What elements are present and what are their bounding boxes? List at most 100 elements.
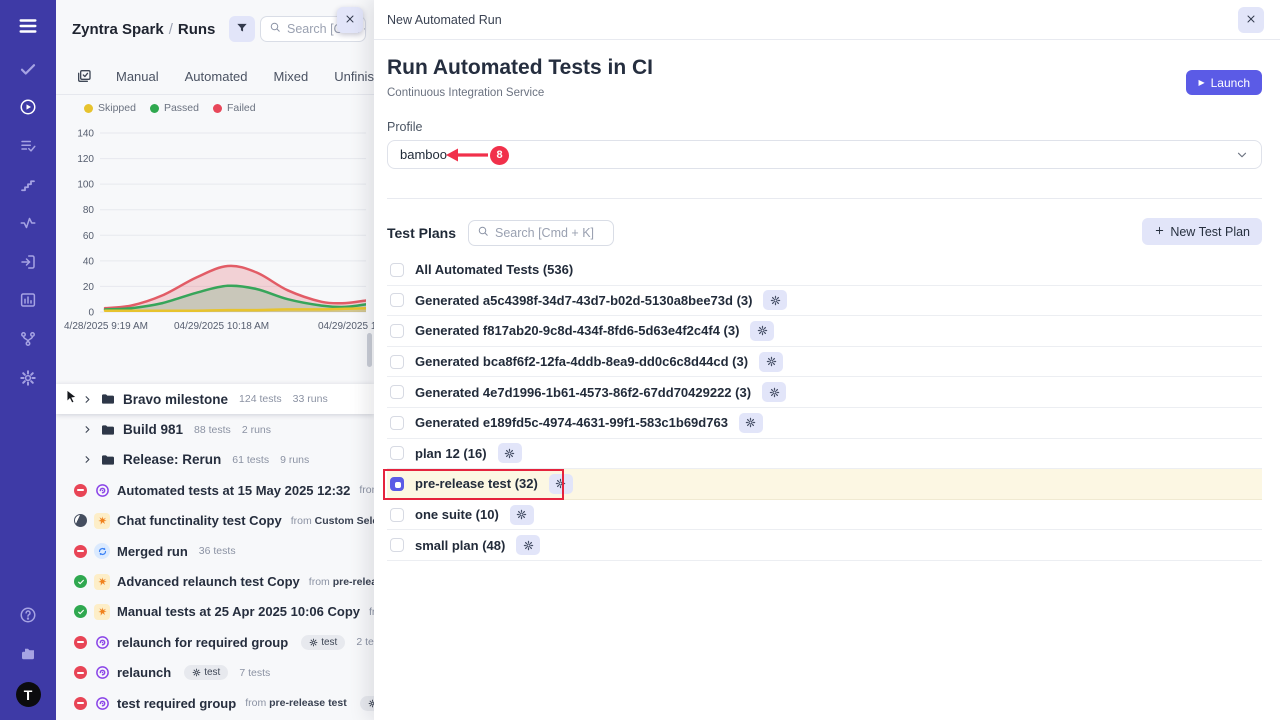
- run-runs-count: 33 runs: [293, 393, 328, 405]
- sidebar-item-activity[interactable]: [0, 206, 56, 245]
- plan-checkbox[interactable]: [390, 416, 404, 430]
- run-tag: test: [301, 635, 345, 650]
- select-all-icon[interactable]: [76, 68, 92, 84]
- profile-label: Profile: [387, 120, 1262, 134]
- run-row[interactable]: Merged run36 tests: [56, 536, 374, 566]
- panel-body: Run Automated Tests in CI ▶ Launch Conti…: [374, 56, 1280, 561]
- sidebar-item-steps[interactable]: [0, 168, 56, 207]
- sidebar-item-help-circle[interactable]: [0, 598, 56, 637]
- svg-text:120: 120: [77, 154, 94, 165]
- chevron-right-icon[interactable]: [82, 394, 93, 405]
- svg-text:100: 100: [77, 180, 94, 191]
- status-passed-icon: [74, 605, 87, 618]
- project-name[interactable]: Zyntra Spark: [72, 21, 164, 38]
- sidebar-item-logo[interactable]: T: [0, 675, 56, 714]
- new-test-plan-button[interactable]: New Test Plan: [1142, 218, 1262, 245]
- chart-x-axis-labels: 4/28/2025 9:19 AM04/29/2025 10:18 AM04/2…: [56, 320, 374, 336]
- test-plan-row[interactable]: Generated f817ab20-9c8d-434f-8fd6-5d63e4…: [387, 316, 1262, 347]
- plan-checkbox[interactable]: [390, 355, 404, 369]
- test-plan-row[interactable]: one suite (10): [387, 500, 1262, 531]
- folder-icon: [100, 391, 116, 407]
- plan-checkbox[interactable]: [390, 508, 404, 522]
- sidebar-item-folders[interactable]: [0, 637, 56, 676]
- panel-close-button[interactable]: [1238, 7, 1264, 33]
- sidebar-item-branch[interactable]: [0, 322, 56, 361]
- panel-title: New Automated Run: [387, 13, 502, 27]
- plan-checkbox[interactable]: [390, 293, 404, 307]
- run-row[interactable]: Bravo milestone124 tests33 runs: [56, 384, 374, 414]
- plan-settings-button[interactable]: [750, 321, 774, 341]
- run-row[interactable]: Automated tests at 15 May 2025 12:32from…: [56, 475, 374, 505]
- gear-icon: [19, 369, 37, 392]
- sidebar-item-import[interactable]: [0, 245, 56, 284]
- chevron-right-icon[interactable]: [82, 424, 93, 435]
- run-name: Build 981: [123, 422, 183, 437]
- burst-icon: [94, 574, 110, 590]
- page-title: Run Automated Tests in CI: [387, 56, 1262, 80]
- scrollbar[interactable]: [367, 333, 372, 367]
- plan-checkbox[interactable]: [390, 385, 404, 399]
- run-row[interactable]: Manual tests at 25 Apr 2025 10:06 Copyfr…: [56, 597, 374, 627]
- tab-mixed[interactable]: Mixed: [274, 69, 309, 84]
- test-plan-row[interactable]: Generated a5c4398f-34d7-43d7-b02d-5130a8…: [387, 286, 1262, 317]
- plan-settings-button[interactable]: [498, 443, 522, 463]
- test-plan-row[interactable]: Generated e189fd5c-4974-4631-99f1-583c1b…: [387, 408, 1262, 439]
- tab-unfinished[interactable]: Unfinished: [334, 69, 374, 84]
- plan-settings-button[interactable]: [739, 413, 763, 433]
- svg-text:40: 40: [83, 256, 95, 267]
- test-plan-row[interactable]: All Automated Tests (536): [387, 255, 1262, 286]
- bar-chart-icon: [19, 291, 37, 314]
- sync-icon: [94, 543, 110, 559]
- plan-checkbox[interactable]: [390, 446, 404, 460]
- folders-icon: [19, 645, 37, 668]
- run-row[interactable]: Advanced relaunch test Copyfrom pre-rele…: [56, 566, 374, 596]
- left-close-button[interactable]: [337, 7, 363, 33]
- sidebar-item-check[interactable]: [0, 52, 56, 91]
- plan-checkbox[interactable]: [390, 477, 404, 491]
- plan-label: small plan (48): [415, 538, 505, 553]
- automated-run-icon: [94, 665, 110, 681]
- plan-checkbox[interactable]: [390, 538, 404, 552]
- plan-label: one suite (10): [415, 507, 499, 522]
- runs-tabs: Manual Automated Mixed Unfinished: [56, 58, 374, 95]
- plan-settings-button[interactable]: [516, 535, 540, 555]
- test-plan-row[interactable]: small plan (48): [387, 530, 1262, 561]
- status-passed-icon: [74, 575, 87, 588]
- chevron-right-icon[interactable]: [82, 454, 93, 465]
- run-tests-count: 88 tests: [194, 424, 231, 436]
- status-half-icon: [74, 514, 87, 527]
- run-row[interactable]: Build 98188 tests2 runs: [56, 414, 374, 444]
- plan-checkbox[interactable]: [390, 263, 404, 277]
- sidebar-item-menu[interactable]: [0, 4, 56, 52]
- plan-settings-button[interactable]: [759, 352, 783, 372]
- plan-settings-button[interactable]: [549, 474, 573, 494]
- sidebar-item-bar-chart[interactable]: [0, 284, 56, 323]
- tab-automated[interactable]: Automated: [185, 69, 248, 84]
- sidebar-item-play-circle[interactable]: [0, 91, 56, 130]
- sidebar-item-list-check[interactable]: [0, 129, 56, 168]
- close-icon: [1245, 13, 1257, 28]
- profile-select[interactable]: bamboo 8: [387, 140, 1262, 169]
- legend-dot: [213, 104, 222, 113]
- run-row[interactable]: Release: Rerun61 tests9 runs: [56, 445, 374, 475]
- tab-manual[interactable]: Manual: [116, 69, 159, 84]
- test-plan-row[interactable]: pre-release test (32): [387, 469, 1262, 500]
- run-row[interactable]: Chat functinality test Copyfrom Custom S…: [56, 506, 374, 536]
- run-row[interactable]: test required groupfrom pre-release test…: [56, 688, 374, 718]
- run-tests-count: 61 tests: [232, 454, 269, 466]
- branch-icon: [19, 330, 37, 353]
- plan-settings-button[interactable]: [510, 505, 534, 525]
- plan-checkbox[interactable]: [390, 324, 404, 338]
- launch-button[interactable]: ▶ Launch: [1186, 70, 1262, 95]
- test-plans-search-input[interactable]: Search [Cmd + K]: [468, 220, 614, 246]
- plan-settings-button[interactable]: [762, 382, 786, 402]
- folder-icon: [100, 422, 116, 438]
- run-row[interactable]: relaunch for required grouptest2 tests: [56, 627, 374, 657]
- test-plan-row[interactable]: Generated bca8f6f2-12fa-4ddb-8ea9-dd0c6c…: [387, 347, 1262, 378]
- filter-button[interactable]: [229, 16, 255, 42]
- plan-settings-button[interactable]: [763, 290, 787, 310]
- test-plan-row[interactable]: Generated 4e7d1996-1b61-4573-86f2-67dd70…: [387, 377, 1262, 408]
- test-plan-row[interactable]: plan 12 (16): [387, 439, 1262, 470]
- run-row[interactable]: relaunchtest7 tests: [56, 658, 374, 688]
- sidebar-item-gear[interactable]: [0, 361, 56, 400]
